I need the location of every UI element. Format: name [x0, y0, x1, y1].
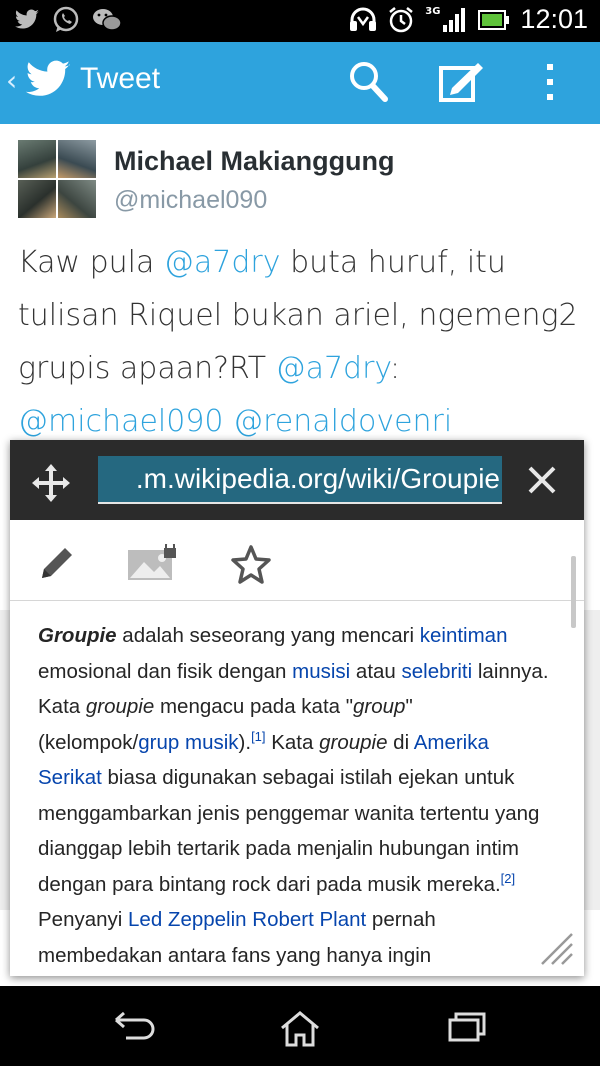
article-text: Penyanyi [38, 908, 129, 931]
article-text: emosional dan fisik dengan [38, 659, 293, 683]
article-text: Kata [265, 730, 320, 754]
recent-apps-button[interactable] [446, 1010, 488, 1044]
article-text: ). [238, 730, 252, 754]
clock: 12:01 [520, 4, 588, 34]
tweet-text-part: : [389, 351, 401, 386]
search-icon[interactable] [348, 60, 390, 104]
article-term: Groupie [38, 624, 117, 647]
home-button[interactable] [278, 1010, 322, 1048]
link-preview-window: .m.wikipedia.org/wiki/Groupie Groupie ad… [10, 440, 584, 976]
article-link[interactable]: grup musik [138, 731, 238, 754]
overflow-menu-icon[interactable] [540, 60, 560, 104]
edit-icon[interactable] [38, 544, 76, 582]
scrollbar[interactable] [571, 556, 576, 628]
back-button[interactable] [112, 1010, 156, 1044]
image-locked-icon[interactable] [126, 544, 178, 584]
battery-icon [478, 9, 510, 30]
tweet-text-part: Kaw pula [18, 245, 164, 280]
twitter-bird-icon[interactable] [24, 60, 72, 100]
mention-link[interactable]: @a7dry [164, 245, 281, 280]
url-field[interactable]: .m.wikipedia.org/wiki/Groupie [98, 456, 502, 504]
author-handle[interactable]: @michael090 [114, 186, 267, 215]
notification-icons [14, 6, 122, 34]
move-icon[interactable] [30, 462, 72, 504]
star-icon[interactable] [230, 544, 272, 584]
reference-link[interactable]: [1] [251, 729, 265, 744]
page-title: Tweet [80, 62, 161, 95]
article-link[interactable]: selebriti [402, 660, 473, 683]
article-text: di [387, 730, 414, 754]
wechat-icon [93, 9, 122, 31]
tweet-text-part [224, 404, 234, 439]
avatar[interactable] [18, 140, 96, 218]
article-italic: group [353, 695, 406, 718]
tweet-text: Kaw pula @a7dry buta huruf, itu tulisan … [18, 236, 588, 448]
article-text: adalah seseorang yang mencari [116, 624, 420, 647]
alarm-icon [389, 6, 414, 32]
reference-link[interactable]: [2] [501, 871, 515, 886]
signal-icon [443, 7, 466, 32]
twitter-icon [14, 9, 39, 29]
popup-toolbar [10, 520, 584, 601]
system-icons: 3G 12:01 [349, 4, 588, 35]
article-italic: groupie [85, 695, 155, 718]
article-link[interactable]: Robert Plant [252, 908, 366, 931]
network-type: 3G [425, 6, 441, 17]
article-link[interactable]: musisi [292, 660, 350, 683]
article-text: mengacu pada kata " [154, 695, 354, 718]
status-bar: 3G 12:01 [0, 0, 600, 42]
mention-link[interactable]: @a7dry [276, 351, 390, 386]
url-text: .m.wikipedia.org/wiki/Groupie [135, 463, 500, 494]
popup-titlebar: .m.wikipedia.org/wiki/Groupie [10, 440, 584, 520]
article-text: atau [350, 659, 402, 683]
compose-icon[interactable] [438, 60, 486, 104]
up-caret-icon[interactable]: ‹ [6, 64, 17, 97]
navigation-bar [0, 986, 600, 1066]
headset-icon [350, 7, 377, 31]
author-name[interactable]: Michael Makianggung [114, 146, 395, 177]
article-text: biasa digunakan sebagai istilah ejekan u… [38, 766, 540, 896]
resize-handle-icon[interactable] [536, 928, 574, 966]
whatsapp-icon [53, 6, 79, 32]
mention-link[interactable]: @renaldovenri [233, 404, 452, 439]
article-italic: groupie [319, 730, 388, 754]
article-link[interactable]: keintiman [420, 624, 508, 647]
article-link[interactable]: Led Zeppelin [128, 908, 247, 931]
close-icon[interactable] [526, 464, 558, 496]
article-body: Groupie adalah seseorang yang mencari ke… [38, 618, 558, 974]
action-bar: ‹ Tweet [0, 42, 600, 124]
mention-link[interactable]: @michael090 [18, 404, 224, 439]
